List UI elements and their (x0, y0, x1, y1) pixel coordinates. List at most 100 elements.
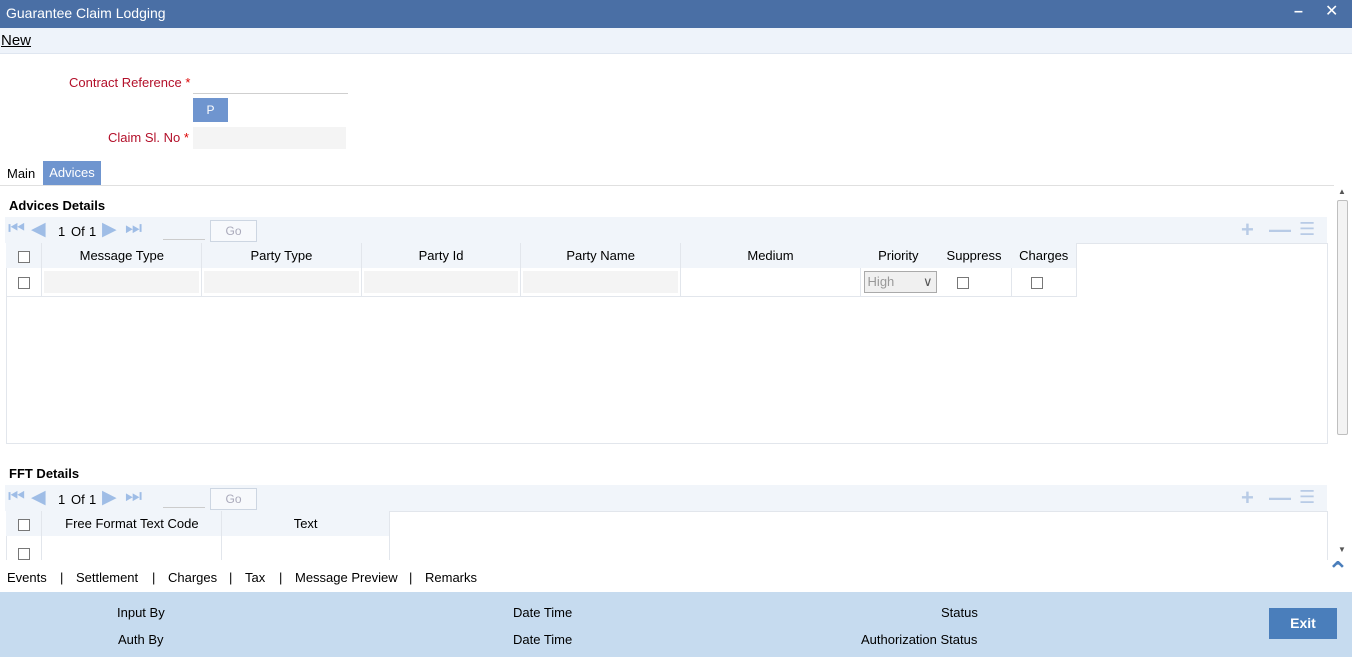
separator: | (409, 570, 413, 585)
table-header-row: Message Type Party Type Party Id Party N… (6, 243, 1078, 268)
fft-text-cell[interactable] (221, 536, 390, 560)
p-button[interactable]: P (193, 98, 228, 122)
pager-current: 1 (58, 224, 66, 239)
party-id-input[interactable] (363, 271, 519, 293)
col-party-type[interactable]: Party Type (201, 243, 362, 268)
remarks-link[interactable]: Remarks (425, 570, 477, 585)
party-type-cell (201, 268, 362, 297)
message-type-cell (41, 268, 203, 297)
prev-page-icon[interactable]: ◀ (31, 218, 46, 241)
separator: | (279, 570, 283, 585)
advices-details-title: Advices Details (9, 198, 106, 213)
status-bar: Input By Date Time Status Auth By Date T… (0, 592, 1352, 657)
go-button[interactable]: Go (210, 220, 257, 242)
party-type-input[interactable] (204, 271, 359, 293)
tab-advices[interactable]: Advices (43, 161, 101, 185)
settlement-link[interactable]: Settlement (76, 570, 138, 585)
date-time-label: Date Time (513, 605, 573, 620)
auth-by-label: Auth By (118, 632, 164, 647)
minimize-icon[interactable]: – (1294, 3, 1303, 21)
chevron-down-icon: ∨ (923, 274, 933, 289)
col-text[interactable]: Text (221, 511, 390, 536)
collapse-up-icon[interactable]: ⌃ (1327, 556, 1349, 587)
col-party-id[interactable]: Party Id (361, 243, 522, 268)
suppress-checkbox[interactable] (956, 277, 969, 290)
last-page-icon[interactable]: ⏭ (125, 486, 142, 508)
row-checkbox[interactable] (17, 277, 30, 290)
pager-current: 1 (58, 492, 66, 507)
next-page-icon[interactable]: ▶ (102, 218, 117, 241)
pager-of-label: Of (71, 492, 85, 507)
col-medium[interactable]: Medium (680, 243, 861, 268)
priority-cell: High ∨ (860, 268, 937, 297)
single-view-icon[interactable]: ☰ (1299, 487, 1315, 508)
charges-cell (1011, 268, 1078, 297)
delete-row-icon[interactable]: — (1269, 217, 1291, 243)
pager-of-label: Of (71, 224, 85, 239)
party-id-cell (361, 268, 522, 297)
select-all-checkbox[interactable] (17, 250, 30, 263)
add-row-icon[interactable]: + (1241, 217, 1254, 243)
party-name-cell (520, 268, 681, 297)
separator: | (152, 570, 156, 585)
delete-row-icon[interactable]: — (1269, 485, 1291, 511)
col-free-format-text-code[interactable]: Free Format Text Code (41, 511, 223, 536)
scrollbar-thumb[interactable] (1337, 200, 1348, 435)
charges-checkbox[interactable] (1030, 277, 1043, 290)
claim-sl-no-input[interactable] (193, 127, 346, 149)
authorization-status-label: Authorization Status (861, 632, 978, 647)
separator: | (229, 570, 233, 585)
medium-input[interactable] (683, 271, 858, 293)
party-name-input[interactable] (523, 271, 678, 293)
single-view-icon[interactable]: ☰ (1299, 219, 1315, 240)
tab-main[interactable]: Main (7, 166, 35, 181)
separator: | (60, 570, 64, 585)
first-page-icon[interactable]: ⏮ (8, 486, 25, 508)
col-party-name[interactable]: Party Name (520, 243, 681, 268)
status-label: Status (941, 605, 978, 620)
row-select-cell (6, 268, 43, 297)
suppress-cell (936, 268, 1012, 297)
page-number-input[interactable] (163, 220, 205, 240)
col-suppress[interactable]: Suppress (936, 243, 1012, 268)
events-link[interactable]: Events (7, 570, 47, 585)
add-row-icon[interactable]: + (1241, 485, 1254, 511)
next-page-icon[interactable]: ▶ (102, 486, 117, 509)
input-by-label: Input By (117, 605, 165, 620)
row-select-cell (6, 536, 43, 560)
exit-button[interactable]: Exit (1269, 608, 1337, 639)
first-page-icon[interactable]: ⏮ (8, 218, 25, 240)
advices-pager: ⏮ ◀ 1 Of 1 ▶ ⏭ Go + — ☰ (5, 217, 1327, 243)
page-number-input[interactable] (163, 488, 205, 508)
fft-code-cell[interactable] (41, 536, 223, 560)
message-type-input[interactable] (44, 271, 200, 293)
tax-link[interactable]: Tax (245, 570, 265, 585)
priority-select[interactable]: High ∨ (863, 271, 937, 293)
select-all-cell (6, 511, 43, 536)
scroll-up-icon[interactable]: ▲ (1338, 187, 1346, 196)
advices-table: Message Type Party Type Party Id Party N… (6, 243, 1078, 297)
last-page-icon[interactable]: ⏭ (125, 218, 142, 240)
charges-link[interactable]: Charges (168, 570, 217, 585)
select-all-checkbox[interactable] (17, 518, 30, 531)
message-preview-link[interactable]: Message Preview (295, 570, 398, 585)
scroll-down-icon[interactable]: ▼ (1338, 545, 1346, 554)
contract-reference-label: Contract Reference * (69, 75, 191, 90)
go-button[interactable]: Go (210, 488, 257, 510)
pager-total: 1 (89, 492, 97, 507)
new-link[interactable]: New (1, 32, 31, 49)
claim-sl-no-label: Claim Sl. No * (108, 130, 189, 145)
menu-bar: New (0, 28, 1352, 54)
col-message-type[interactable]: Message Type (41, 243, 203, 268)
close-icon[interactable]: ✕ (1325, 1, 1338, 21)
window-title: Guarantee Claim Lodging (6, 5, 166, 21)
col-charges[interactable]: Charges (1011, 243, 1078, 268)
prev-page-icon[interactable]: ◀ (31, 486, 46, 509)
auth-date-time-label: Date Time (513, 632, 573, 647)
fft-details-title: FFT Details (9, 466, 80, 481)
table-row (6, 536, 390, 560)
contract-reference-input[interactable] (193, 72, 348, 94)
priority-value: High (867, 274, 895, 289)
col-priority[interactable]: Priority (860, 243, 937, 268)
row-checkbox[interactable] (17, 547, 30, 560)
